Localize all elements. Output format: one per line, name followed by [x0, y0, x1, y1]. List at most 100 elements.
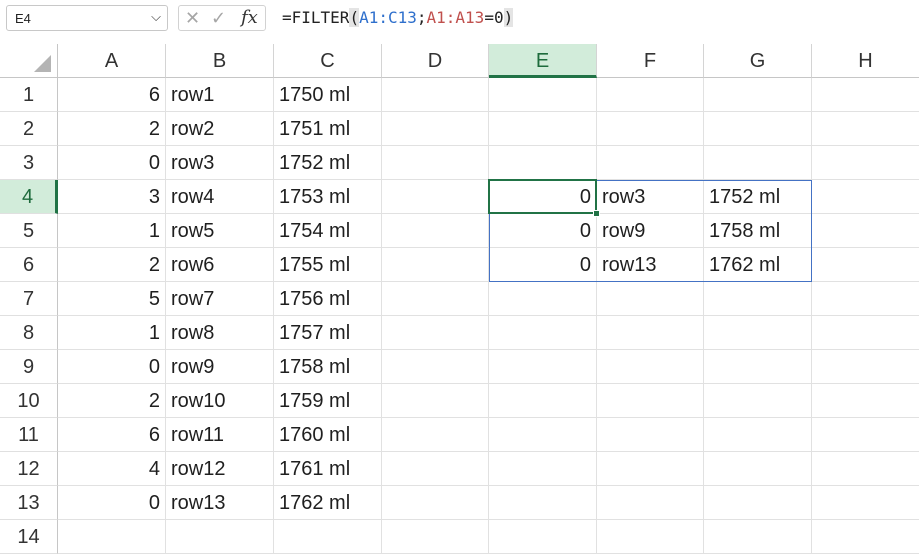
cell-g4[interactable]: 1752 ml [704, 180, 812, 214]
cell-g6[interactable]: 1762 ml [704, 248, 812, 282]
cell-a4[interactable]: 3 [58, 180, 166, 214]
cell-c12[interactable]: 1761 ml [274, 452, 382, 486]
cell-b13[interactable]: row13 [166, 486, 274, 520]
column-header-f[interactable]: F [597, 44, 704, 78]
row-header-14[interactable]: 14 [0, 520, 58, 554]
row-header-9[interactable]: 9 [0, 350, 58, 384]
cell-c9[interactable]: 1758 ml [274, 350, 382, 384]
cell-h2[interactable] [812, 112, 919, 146]
cell-g9[interactable] [704, 350, 812, 384]
column-header-a[interactable]: A [58, 44, 166, 78]
cell-h1[interactable] [812, 78, 919, 112]
cell-h5[interactable] [812, 214, 919, 248]
cell-c5[interactable]: 1754 ml [274, 214, 382, 248]
cell-g7[interactable] [704, 282, 812, 316]
cell-d13[interactable] [382, 486, 489, 520]
cell-g12[interactable] [704, 452, 812, 486]
row-header-10[interactable]: 10 [0, 384, 58, 418]
cell-g11[interactable] [704, 418, 812, 452]
cell-f11[interactable] [597, 418, 704, 452]
cell-f4[interactable]: row3 [597, 180, 704, 214]
cell-a7[interactable]: 5 [58, 282, 166, 316]
cell-f14[interactable] [597, 520, 704, 554]
cell-g2[interactable] [704, 112, 812, 146]
cell-f8[interactable] [597, 316, 704, 350]
cell-a3[interactable]: 0 [58, 146, 166, 180]
cell-e13[interactable] [489, 486, 597, 520]
cell-d9[interactable] [382, 350, 489, 384]
cell-c6[interactable]: 1755 ml [274, 248, 382, 282]
cell-d6[interactable] [382, 248, 489, 282]
row-header-4[interactable]: 4 [0, 180, 58, 214]
cell-e1[interactable] [489, 78, 597, 112]
cell-g3[interactable] [704, 146, 812, 180]
cell-a5[interactable]: 1 [58, 214, 166, 248]
cell-d4[interactable] [382, 180, 489, 214]
cell-g10[interactable] [704, 384, 812, 418]
cell-d14[interactable] [382, 520, 489, 554]
cell-c1[interactable]: 1750 ml [274, 78, 382, 112]
cell-f6[interactable]: row13 [597, 248, 704, 282]
cell-f12[interactable] [597, 452, 704, 486]
cell-a1[interactable]: 6 [58, 78, 166, 112]
row-header-5[interactable]: 5 [0, 214, 58, 248]
cell-d10[interactable] [382, 384, 489, 418]
cell-a8[interactable]: 1 [58, 316, 166, 350]
cell-h6[interactable] [812, 248, 919, 282]
cell-e14[interactable] [489, 520, 597, 554]
cell-d7[interactable] [382, 282, 489, 316]
row-header-3[interactable]: 3 [0, 146, 58, 180]
cell-d12[interactable] [382, 452, 489, 486]
column-header-c[interactable]: C [274, 44, 382, 78]
cell-a13[interactable]: 0 [58, 486, 166, 520]
cell-a6[interactable]: 2 [58, 248, 166, 282]
cell-g1[interactable] [704, 78, 812, 112]
cell-d11[interactable] [382, 418, 489, 452]
cell-b6[interactable]: row6 [166, 248, 274, 282]
cell-h8[interactable] [812, 316, 919, 350]
cell-f7[interactable] [597, 282, 704, 316]
cell-a11[interactable]: 6 [58, 418, 166, 452]
row-header-2[interactable]: 2 [0, 112, 58, 146]
cell-e5[interactable]: 0 [489, 214, 597, 248]
cell-f3[interactable] [597, 146, 704, 180]
cell-c10[interactable]: 1759 ml [274, 384, 382, 418]
cell-e10[interactable] [489, 384, 597, 418]
cell-g8[interactable] [704, 316, 812, 350]
cell-h10[interactable] [812, 384, 919, 418]
cell-f5[interactable]: row9 [597, 214, 704, 248]
cell-b8[interactable]: row8 [166, 316, 274, 350]
cell-e9[interactable] [489, 350, 597, 384]
cell-c11[interactable]: 1760 ml [274, 418, 382, 452]
cell-h14[interactable] [812, 520, 919, 554]
cell-c3[interactable]: 1752 ml [274, 146, 382, 180]
cell-b4[interactable]: row4 [166, 180, 274, 214]
column-header-d[interactable]: D [382, 44, 489, 78]
cell-b14[interactable] [166, 520, 274, 554]
cell-e8[interactable] [489, 316, 597, 350]
fill-handle[interactable] [593, 210, 600, 217]
column-header-b[interactable]: B [166, 44, 274, 78]
cell-e3[interactable] [489, 146, 597, 180]
row-header-6[interactable]: 6 [0, 248, 58, 282]
row-header-7[interactable]: 7 [0, 282, 58, 316]
cell-g5[interactable]: 1758 ml [704, 214, 812, 248]
cell-c2[interactable]: 1751 ml [274, 112, 382, 146]
cell-f9[interactable] [597, 350, 704, 384]
cell-h11[interactable] [812, 418, 919, 452]
column-header-h[interactable]: H [812, 44, 919, 78]
cell-b1[interactable]: row1 [166, 78, 274, 112]
row-header-12[interactable]: 12 [0, 452, 58, 486]
name-box[interactable]: E4 ⌵ [6, 5, 168, 31]
cell-a2[interactable]: 2 [58, 112, 166, 146]
formula-input[interactable]: =FILTER(A1:C13;A1:A13=0) [282, 4, 912, 32]
cell-d2[interactable] [382, 112, 489, 146]
cell-h13[interactable] [812, 486, 919, 520]
cell-b10[interactable]: row10 [166, 384, 274, 418]
cell-c14[interactable] [274, 520, 382, 554]
cell-b3[interactable]: row3 [166, 146, 274, 180]
cell-e7[interactable] [489, 282, 597, 316]
cell-h12[interactable] [812, 452, 919, 486]
cell-d1[interactable] [382, 78, 489, 112]
cell-h3[interactable] [812, 146, 919, 180]
